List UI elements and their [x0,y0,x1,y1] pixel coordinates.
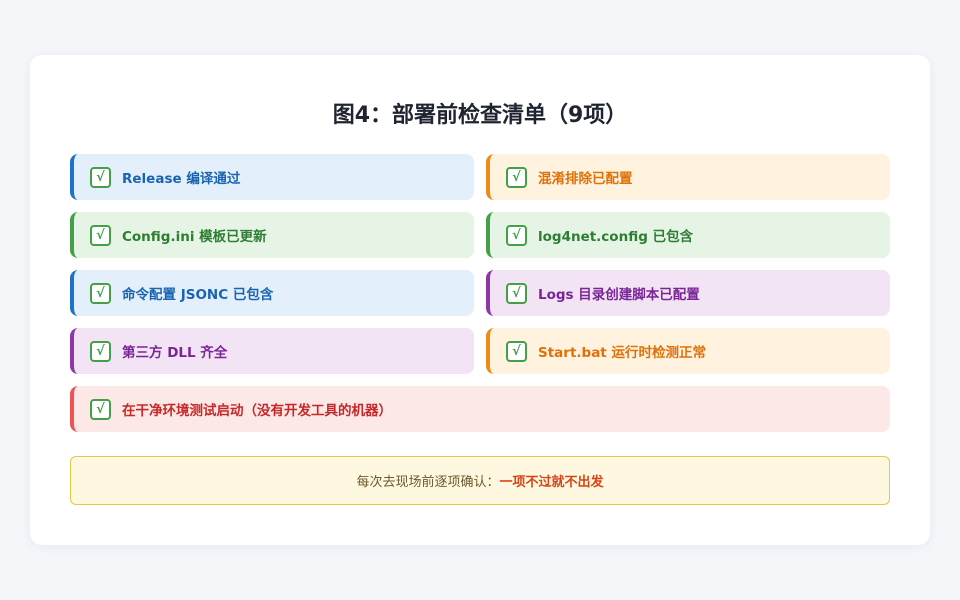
checklist-item-label: 第三方 DLL 齐全 [122,345,228,361]
checklist-item-logs-dir-script: √ Logs 目录创建脚本已配置 [486,270,890,316]
checklist-item-third-party-dll: √ 第三方 DLL 齐全 [70,328,474,374]
checklist-item-label: 命令配置 JSONC 已包含 [122,287,274,303]
checklist-item-label: Logs 目录创建脚本已配置 [538,287,700,303]
checklist-item-clean-env-test: √ 在干净环境测试启动（没有开发工具的机器） [70,386,890,432]
checkbox-checked-icon: √ [90,340,111,362]
checkbox-checked-icon: √ [90,224,111,246]
checkbox-checked-icon: √ [90,398,111,420]
checkbox-checked-icon: √ [506,282,527,304]
checkbox-checked-icon: √ [506,166,527,188]
checklist-item-obfuscation-exclusion: √ 混淆排除已配置 [486,154,890,200]
checklist-item-label: Release 编译通过 [122,171,241,187]
checklist-item-label: 混淆排除已配置 [538,171,633,187]
checkbox-checked-icon: √ [90,166,111,188]
checkbox-checked-icon: √ [506,340,527,362]
reminder-note-emphasis: 一项不过就不出发 [499,475,604,490]
reminder-note-prefix: 每次去现场前逐项确认： [356,475,500,490]
checkbox-checked-icon: √ [90,282,111,304]
checklist-item-label: Config.ini 模板已更新 [122,229,267,245]
checklist-card: 图4：部署前检查清单（9项） √ Release 编译通过 √ 混淆排除已配置 … [30,55,930,545]
checklist-item-label: Start.bat 运行时检测正常 [538,345,706,361]
checklist-item-config-ini: √ Config.ini 模板已更新 [70,212,474,258]
checklist-item-log4net-config: √ log4net.config 已包含 [486,212,890,258]
reminder-note: 每次去现场前逐项确认： 一项不过就不出发 [70,456,890,505]
page-title: 图4：部署前检查清单（9项） [332,103,628,128]
checklist-item-start-bat: √ Start.bat 运行时检测正常 [486,328,890,374]
checklist-grid: √ Release 编译通过 √ 混淆排除已配置 √ Config.ini 模板… [70,154,890,432]
checklist-item-release-build: √ Release 编译通过 [70,154,474,200]
checklist-item-label: log4net.config 已包含 [538,229,694,245]
checkbox-checked-icon: √ [506,224,527,246]
checklist-item-command-jsonc: √ 命令配置 JSONC 已包含 [70,270,474,316]
checklist-item-label: 在干净环境测试启动（没有开发工具的机器） [122,403,392,419]
